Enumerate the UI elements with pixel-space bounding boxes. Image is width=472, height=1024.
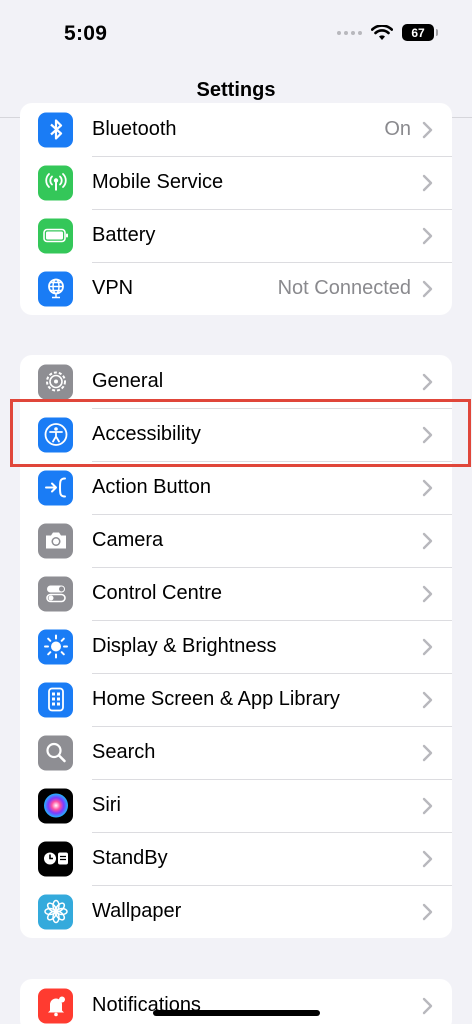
camera-icon <box>38 523 73 558</box>
row-label: Search <box>92 741 156 763</box>
row-label: Wallpaper <box>92 900 182 922</box>
notifications-group: Notifications <box>20 979 452 1024</box>
settings-row-battery[interactable]: Battery <box>20 209 452 262</box>
battery-icon <box>38 218 73 253</box>
chevron-right-icon <box>422 903 433 920</box>
battery-level: 67 <box>411 25 425 40</box>
toggles-icon <box>38 576 73 611</box>
bluetooth-icon <box>38 112 73 147</box>
home-indicator[interactable] <box>153 1010 320 1016</box>
row-label: General <box>92 370 164 392</box>
home-screen-icon <box>38 682 73 717</box>
status-icons: 67 <box>337 24 438 41</box>
gear-icon <box>38 364 73 399</box>
row-label: Home Screen & App Library <box>92 688 340 710</box>
settings-row-display-brightness[interactable]: Display & Brightness <box>20 620 452 673</box>
flower-icon <box>38 894 73 929</box>
chevron-right-icon <box>422 797 433 814</box>
chevron-right-icon <box>422 121 433 138</box>
highlight-annotation <box>10 399 471 467</box>
settings-row-vpn[interactable]: VPN Not Connected <box>20 262 452 315</box>
wifi-icon <box>371 24 393 40</box>
chevron-right-icon <box>422 479 433 496</box>
settings-row-camera[interactable]: Camera <box>20 514 452 567</box>
chevron-right-icon <box>422 280 433 297</box>
chevron-right-icon <box>422 850 433 867</box>
settings-row-action-button[interactable]: Action Button <box>20 461 452 514</box>
settings-row-wallpaper[interactable]: Wallpaper <box>20 885 452 938</box>
row-label: Mobile Service <box>92 171 224 193</box>
chevron-right-icon <box>422 744 433 761</box>
chevron-right-icon <box>422 532 433 549</box>
chevron-right-icon <box>422 227 433 244</box>
row-label: Siri <box>92 794 121 816</box>
globe-icon <box>38 271 73 306</box>
chevron-right-icon <box>422 997 433 1014</box>
row-label: Camera <box>92 529 164 551</box>
settings-row-mobile-service[interactable]: Mobile Service <box>20 156 452 209</box>
standby-icon <box>38 841 73 876</box>
bell-icon <box>38 988 73 1023</box>
row-label: Display & Brightness <box>92 635 277 657</box>
row-label: Battery <box>92 224 156 246</box>
signal-dots-icon <box>337 30 362 35</box>
settings-row-control-centre[interactable]: Control Centre <box>20 567 452 620</box>
row-label: StandBy <box>92 847 168 869</box>
battery-indicator: 67 <box>402 24 438 41</box>
settings-row-notifications[interactable]: Notifications <box>20 979 452 1024</box>
page-title: Settings <box>196 79 276 101</box>
row-label: Bluetooth <box>92 118 177 140</box>
settings-row-siri[interactable]: Siri <box>20 779 452 832</box>
status-time: 5:09 <box>64 22 108 45</box>
settings-row-home-screen[interactable]: Home Screen & App Library <box>20 673 452 726</box>
action-button-icon <box>38 470 73 505</box>
settings-row-search[interactable]: Search <box>20 726 452 779</box>
search-icon <box>38 735 73 770</box>
status-bar: 5:09 67 <box>0 0 472 70</box>
chevron-right-icon <box>422 638 433 655</box>
chevron-right-icon <box>422 373 433 390</box>
row-label: VPN <box>92 277 134 299</box>
sun-icon <box>38 629 73 664</box>
chevron-right-icon <box>422 174 433 191</box>
row-value: On <box>384 118 411 140</box>
siri-icon <box>38 788 73 823</box>
row-label: Control Centre <box>92 582 223 604</box>
settings-row-standby[interactable]: StandBy <box>20 832 452 885</box>
row-value: Not Connected <box>277 277 411 299</box>
chevron-right-icon <box>422 585 433 602</box>
settings-row-bluetooth[interactable]: Bluetooth On <box>20 103 452 156</box>
row-label: Action Button <box>92 476 211 498</box>
chevron-right-icon <box>422 691 433 708</box>
connectivity-group: Bluetooth On Mobile Service Battery VPN … <box>20 103 452 315</box>
antenna-icon <box>38 165 73 200</box>
